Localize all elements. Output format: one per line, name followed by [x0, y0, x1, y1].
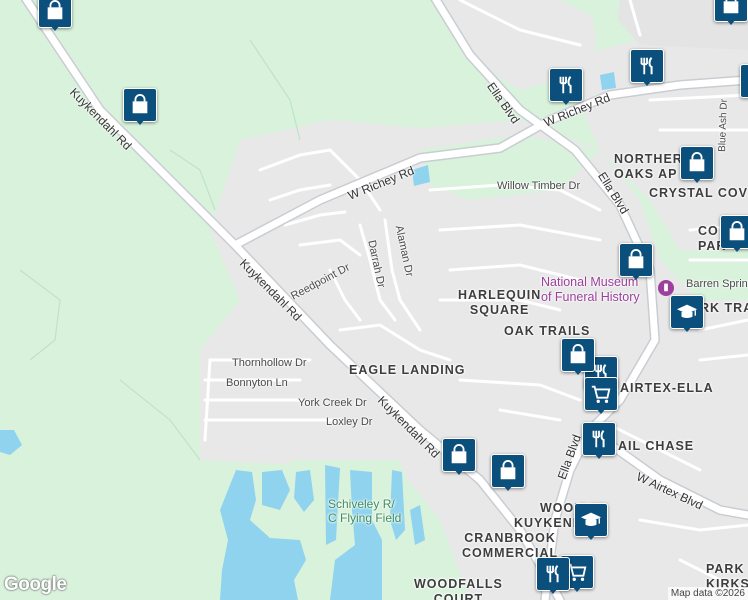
restaurant-marker[interactable]	[630, 49, 664, 89]
shopping-cart-icon	[591, 385, 611, 403]
shopping-bag-marker[interactable]	[680, 146, 714, 186]
shopping-bag-marker[interactable]	[619, 243, 653, 283]
shopping-bag-icon	[570, 344, 586, 364]
shopping-bag-icon	[723, 0, 739, 14]
google-logo[interactable]: Google	[4, 574, 67, 596]
restaurant-marker[interactable]	[549, 68, 583, 108]
school-marker[interactable]	[574, 503, 608, 543]
graduation-cap-icon	[580, 512, 602, 526]
restaurant-icon	[640, 57, 653, 75]
shopping-bag-marker[interactable]	[442, 438, 476, 478]
restaurant-icon	[546, 565, 559, 583]
map-canvas[interactable]: W Richey Rd W Richey Rd Ella Blvd Ella B…	[0, 0, 748, 600]
shopping-bag-icon	[500, 460, 516, 480]
shopping-bag-icon	[689, 152, 705, 172]
shopping-bag-marker[interactable]	[740, 64, 748, 104]
shopping-bag-marker[interactable]	[720, 215, 748, 255]
graduation-cap-icon	[676, 304, 698, 318]
restaurant-marker[interactable]	[536, 557, 570, 597]
shopping-bag-icon	[451, 444, 467, 464]
restaurant-icon	[559, 76, 572, 94]
shopping-bag-icon	[628, 249, 644, 269]
shopping-bag-marker[interactable]	[714, 0, 748, 28]
school-marker[interactable]	[670, 295, 704, 335]
shopping-bag-marker[interactable]	[38, 0, 72, 34]
map-attribution[interactable]: Map data ©2026	[667, 587, 748, 600]
grocery-cart-marker[interactable]	[584, 377, 618, 417]
shopping-bag-icon	[132, 94, 148, 114]
shopping-bag-marker[interactable]	[491, 454, 525, 494]
shopping-bag-icon	[729, 221, 745, 241]
shopping-bag-marker[interactable]	[123, 88, 157, 128]
shopping-bag-marker[interactable]	[561, 338, 595, 378]
restaurant-icon	[592, 430, 605, 448]
shopping-bag-icon	[47, 0, 63, 20]
museum-icon[interactable]: ▮	[658, 280, 674, 296]
restaurant-marker[interactable]	[582, 422, 616, 462]
